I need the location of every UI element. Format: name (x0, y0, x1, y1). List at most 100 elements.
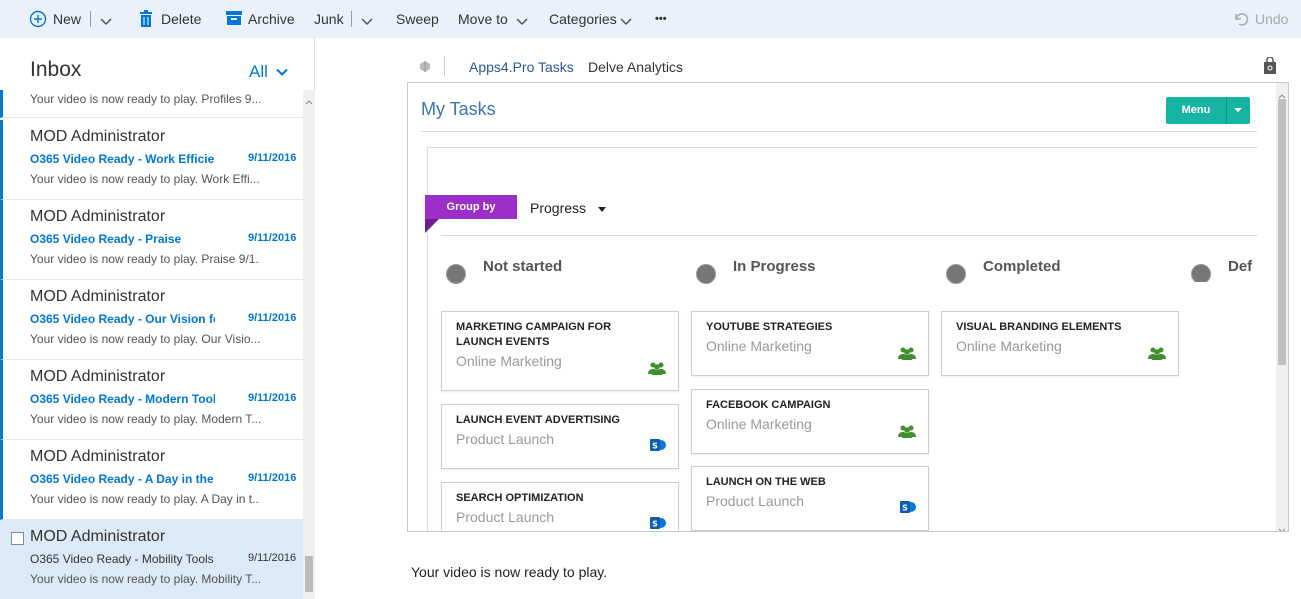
addin-tab-bar: Apps4.Pro Tasks Delve Analytics (408, 52, 1288, 80)
task-plan: Product Launch (456, 509, 555, 525)
inbox-filter-dropdown[interactable]: All (249, 62, 288, 82)
menu-caret-icon[interactable] (1234, 108, 1242, 112)
group-icon (1148, 346, 1166, 365)
delete-button[interactable]: Delete (161, 0, 201, 38)
group-by-caret-icon[interactable] (598, 207, 606, 212)
mail-date: 9/11/2016 (248, 232, 297, 244)
task-card[interactable]: YOUTUBE STRATEGIES Online Marketing (691, 311, 929, 376)
new-dropdown-chevron-icon[interactable] (100, 14, 112, 26)
mail-preview: Your video is now ready to play. Profile… (30, 92, 260, 106)
scroll-thumb[interactable] (1278, 99, 1286, 365)
mail-preview: Your video is now ready to play. Mobilit… (30, 572, 260, 586)
task-card[interactable]: LAUNCH ON THE WEB Product Launch S (691, 466, 929, 531)
filter-label: All (249, 62, 268, 81)
status-dot-icon (946, 264, 966, 284)
mail-sender: MOD Administrator (30, 288, 166, 305)
scroll-up-arrow-icon[interactable] (305, 92, 313, 110)
list-item[interactable]: MOD Administrator O365 Video Ready - Our… (0, 280, 303, 360)
archive-icon[interactable] (226, 10, 242, 31)
list-item[interactable]: MOD Administrator O365 Video Ready - Mod… (0, 360, 303, 440)
task-title: VISUAL BRANDING ELEMENTS (956, 321, 1122, 333)
mail-preview: Your video is now ready to play. Work Ef… (30, 172, 260, 186)
select-checkbox[interactable] (11, 532, 24, 545)
new-button[interactable]: New (53, 0, 81, 38)
more-actions-button[interactable]: ••• (655, 0, 667, 38)
tasks-frame-scrollbar[interactable] (1276, 83, 1288, 531)
filter-chevron-icon (276, 62, 288, 82)
tasks-addin-frame: My Tasks Menu Group by Progress Not star… (407, 82, 1289, 532)
column-name: In Progress (733, 258, 816, 275)
undo-icon[interactable] (1233, 11, 1249, 32)
mail-sender: MOD Administrator (30, 528, 166, 545)
categories-button[interactable]: Categories (549, 0, 617, 38)
group-icon (898, 424, 916, 443)
sharepoint-icon: S (650, 515, 666, 531)
junk-dropdown-chevron-icon[interactable] (361, 14, 373, 26)
list-item[interactable]: MOD Administrator O365 Video Ready - A D… (0, 440, 303, 520)
message-list-scrollbar[interactable] (303, 90, 315, 599)
mail-date: 9/11/2016 (248, 552, 297, 564)
mail-sender: MOD Administrator (30, 368, 166, 385)
mail-subject: O365 Video Ready - Work Efficien (30, 152, 215, 166)
menu-split-button[interactable]: Menu (1166, 97, 1250, 124)
mail-date: 9/11/2016 (248, 312, 297, 324)
sweep-button[interactable]: Sweep (396, 0, 439, 38)
task-card[interactable]: FACEBOOK CAMPAIGN Online Marketing (691, 389, 929, 454)
scroll-thumb[interactable] (305, 556, 313, 592)
board-divider (441, 235, 1258, 236)
task-card[interactable]: LAUNCH EVENT ADVERTISING Product Launch … (441, 404, 679, 469)
store-bag-icon[interactable] (1263, 56, 1277, 80)
junk-button[interactable]: Junk (314, 0, 344, 38)
status-dot-icon (696, 264, 716, 284)
task-card[interactable]: SEARCH OPTIMIZATION Product Launch S (441, 482, 679, 531)
mail-date: 9/11/2016 (248, 152, 297, 164)
mail-subject: O365 Video Ready - Modern Tool (30, 392, 215, 406)
mail-sender: MOD Administrator (30, 208, 166, 225)
list-item[interactable]: MOD Administrator O365 Video Ready - Pra… (0, 200, 303, 280)
task-title: FACEBOOK CAMPAIGN (706, 399, 831, 411)
tab-apps4pro-tasks[interactable]: Apps4.Pro Tasks (469, 59, 574, 75)
list-item-selected[interactable]: MOD Administrator O365 Video Ready - Mob… (0, 520, 303, 599)
mail-preview: Your video is now ready to play. A Day i… (30, 492, 260, 506)
mail-date: 9/11/2016 (248, 472, 297, 484)
move-to-chevron-icon[interactable] (516, 14, 528, 26)
mail-subject: O365 Video Ready - Mobility Tools (30, 552, 214, 566)
task-plan: Product Launch (456, 431, 555, 447)
task-card[interactable]: MARKETING CAMPAIGN FOR LAUNCH EVENTS Onl… (441, 311, 679, 391)
column-name: Completed (983, 258, 1061, 275)
categories-chevron-icon[interactable] (620, 14, 632, 26)
command-toolbar: New Delete Archive Junk Sweep Move to Ca… (0, 0, 1301, 38)
undo-button[interactable]: Undo (1255, 0, 1288, 38)
task-board: Group by Progress Not started In Progres… (425, 147, 1258, 531)
mail-date: 9/11/2016 (248, 392, 297, 404)
group-icon (648, 361, 666, 380)
task-title: LAUNCH EVENT ADVERTISING (456, 414, 620, 426)
scroll-down-arrow-icon[interactable] (1278, 521, 1286, 531)
mail-subject: O365 Video Ready - A Day in the (30, 472, 214, 486)
new-separator (90, 11, 91, 27)
new-plus-icon[interactable] (29, 10, 47, 33)
archive-button[interactable]: Archive (248, 0, 295, 38)
list-item[interactable]: Your video is now ready to play. Profile… (0, 90, 303, 118)
tab-delve-analytics[interactable]: Delve Analytics (588, 59, 683, 75)
list-item[interactable]: MOD Administrator O365 Video Ready - Wor… (0, 120, 303, 200)
menu-button-label[interactable]: Menu (1166, 97, 1226, 124)
mail-subject: O365 Video Ready - Our Vision fo (30, 312, 215, 326)
message-list: Your video is now ready to play. Profile… (0, 90, 303, 599)
delete-trash-icon[interactable] (139, 10, 153, 33)
page-title: My Tasks (421, 99, 496, 119)
mail-sender: MOD Administrator (30, 448, 166, 465)
addin-logo-icon (417, 58, 433, 79)
column-header-deferred: Def (1191, 258, 1258, 282)
column-name: Not started (483, 258, 563, 275)
group-by-dropdown[interactable]: Progress (530, 200, 586, 216)
message-list-pane: Inbox All Your video is now ready to pla… (0, 38, 315, 599)
addin-separator (444, 56, 445, 76)
task-plan: Product Launch (706, 493, 805, 509)
move-to-button[interactable]: Move to (458, 0, 508, 38)
mail-sender: MOD Administrator (30, 128, 166, 145)
mail-preview: Your video is now ready to play. Praise … (30, 252, 260, 266)
mail-subject: O365 Video Ready - Praise (30, 232, 182, 246)
task-card[interactable]: VISUAL BRANDING ELEMENTS Online Marketin… (941, 311, 1179, 376)
mail-preview: Your video is now ready to play. Modern … (30, 412, 260, 426)
